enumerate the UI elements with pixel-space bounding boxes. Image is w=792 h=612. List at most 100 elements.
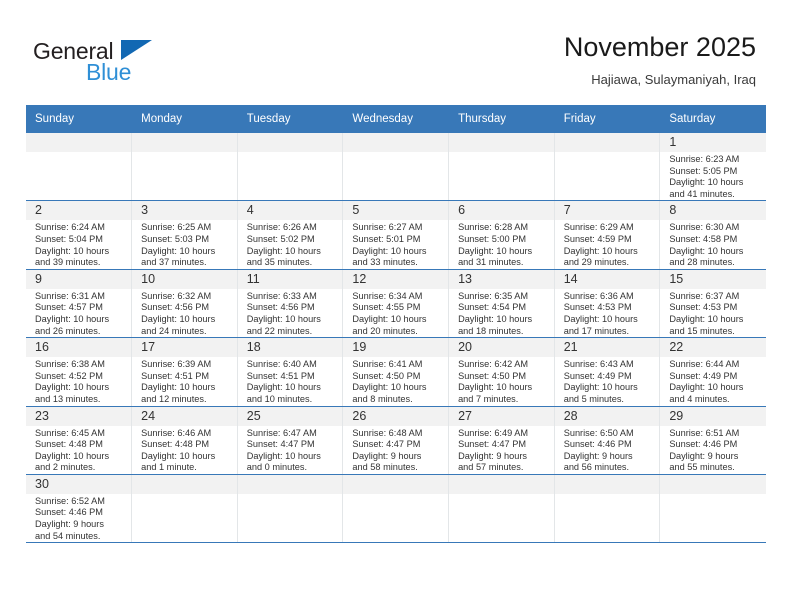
calendar-day-cell[interactable]: 1 Sunrise: 6:23 AM Sunset: 5:05 PM Daylight…	[659, 133, 766, 202]
day-number: 19	[343, 338, 449, 358]
sunrise-text: Sunrise: 6:42 AM	[458, 359, 529, 370]
calendar-day-cell[interactable]: 3 Sunrise: 6:25 AM Sunset: 5:03 PM Daylight…	[131, 200, 238, 270]
day-details: Sunrise: 6:32 AM Sunset: 4:56 PM Daylight:…	[132, 289, 237, 337]
day-details: Sunrise: 6:40 AM Sunset: 4:51 PM Daylight:…	[238, 357, 343, 405]
day-details: Sunrise: 6:30 AM Sunset: 4:58 PM Daylight:…	[660, 220, 765, 268]
daylight-text-line1: Daylight: 10 hours	[563, 313, 638, 324]
calendar-day-cell[interactable]: 8 Sunrise: 6:30 AM Sunset: 4:58 PM Daylight…	[659, 200, 766, 270]
calendar-week-row: 30 Sunrise: 6:52 AM Sunset: 4:46 PM Dayligh…	[26, 474, 766, 544]
calendar-day-cell[interactable]: 22 Sunrise: 6:44 AM Sunset: 4:49 PM Dayligh…	[659, 337, 766, 407]
sunrise-text: Sunrise: 6:48 AM	[352, 427, 423, 438]
sunrise-text: Sunrise: 6:31 AM	[35, 290, 105, 301]
day-number: 15	[660, 269, 766, 289]
calendar-day-cell[interactable]: 27 Sunrise: 6:49 AM Sunset: 4:47 PM Dayligh…	[448, 406, 555, 475]
sunset-text: Sunset: 4:46 PM	[669, 439, 738, 450]
sunset-text: Sunset: 4:57 PM	[35, 302, 103, 313]
calendar-day-cell[interactable]: 6 Sunrise: 6:28 AM Sunset: 5:00 PM Daylight…	[448, 200, 555, 270]
day-number: 8	[660, 201, 766, 221]
sunset-text: Sunset: 4:47 PM	[246, 439, 315, 450]
sunrise-text: Sunrise: 6:41 AM	[352, 359, 423, 370]
daylight-text-line2: and 7 minutes.	[458, 393, 519, 404]
day-details: Sunrise: 6:48 AM Sunset: 4:47 PM Daylight:…	[343, 426, 448, 474]
day-number-placeholder	[554, 133, 660, 152]
calendar-day-cell[interactable]: 16 Sunrise: 6:38 AM Sunset: 4:52 PM Dayligh…	[26, 337, 133, 407]
calendar-day-cell[interactable]: 18 Sunrise: 6:40 AM Sunset: 4:51 PM Dayligh…	[237, 337, 344, 407]
day-number-placeholder	[449, 133, 554, 152]
calendar-day-cell[interactable]: 29 Sunrise: 6:51 AM Sunset: 4:46 PM Dayligh…	[659, 406, 766, 475]
day-number: 13	[449, 269, 554, 289]
calendar-day-cell[interactable]: 30 Sunrise: 6:52 AM Sunset: 4:46 PM Dayligh…	[26, 474, 133, 544]
calendar-day-cell[interactable]: 5 Sunrise: 6:27 AM Sunset: 5:01 PM Daylight…	[342, 200, 450, 270]
calendar-day-cell[interactable]: 21 Sunrise: 6:43 AM Sunset: 4:49 PM Dayligh…	[554, 337, 661, 407]
calendar-week-row: 9 Sunrise: 6:31 AM Sunset: 4:57 PM Daylight…	[26, 269, 766, 339]
sunrise-text: Sunrise: 6:38 AM	[35, 359, 105, 370]
calendar-cell-empty	[131, 133, 238, 202]
calendar-cell-empty	[237, 474, 344, 544]
sunset-text: Sunset: 5:04 PM	[35, 233, 103, 244]
calendar-day-cell[interactable]: 9 Sunrise: 6:31 AM Sunset: 4:57 PM Daylight…	[26, 269, 133, 339]
day-number-placeholder	[343, 474, 449, 494]
calendar-day-cell[interactable]: 28 Sunrise: 6:50 AM Sunset: 4:46 PM Dayligh…	[554, 406, 661, 475]
day-details: Sunrise: 6:42 AM Sunset: 4:50 PM Daylight:…	[449, 357, 554, 405]
daylight-text-line2: and 24 minutes.	[141, 325, 207, 336]
daylight-text-line1: Daylight: 10 hours	[35, 245, 110, 256]
calendar-day-cell[interactable]: 24 Sunrise: 6:46 AM Sunset: 4:48 PM Dayligh…	[131, 406, 238, 475]
sunset-text: Sunset: 4:48 PM	[141, 439, 210, 450]
calendar-week-row: 2 Sunrise: 6:24 AM Sunset: 5:04 PM Daylight…	[26, 200, 766, 270]
calendar-day-cell[interactable]: 20 Sunrise: 6:42 AM Sunset: 4:50 PM Dayligh…	[448, 337, 555, 407]
day-details: Sunrise: 6:51 AM Sunset: 4:46 PM Daylight:…	[660, 426, 765, 474]
calendar-day-cell[interactable]: 4 Sunrise: 6:26 AM Sunset: 5:02 PM Daylight…	[237, 200, 344, 270]
day-number: 18	[237, 338, 343, 358]
calendar-cell-empty	[26, 133, 133, 202]
calendar-cell-empty	[448, 133, 555, 202]
daylight-text-line2: and 20 minutes.	[352, 325, 418, 336]
sunset-text: Sunset: 5:01 PM	[352, 233, 421, 244]
sunrise-text: Sunrise: 6:44 AM	[669, 359, 740, 370]
calendar-day-cell[interactable]: 15 Sunrise: 6:37 AM Sunset: 4:53 PM Dayligh…	[659, 269, 766, 339]
calendar-day-cell[interactable]: 11 Sunrise: 6:33 AM Sunset: 4:56 PM Dayligh…	[237, 269, 344, 339]
daylight-text-line1: Daylight: 10 hours	[458, 313, 533, 324]
day-number: 22	[660, 338, 766, 358]
sunset-text: Sunset: 4:50 PM	[458, 370, 526, 381]
page-title: November 2025	[563, 32, 756, 62]
day-details: Sunrise: 6:24 AM Sunset: 5:04 PM Daylight:…	[26, 220, 131, 268]
calendar-header-row: Sunday Monday Tuesday Wednesday Thursday Frid…	[26, 105, 766, 133]
day-details: Sunrise: 6:49 AM Sunset: 4:47 PM Daylight:…	[449, 426, 554, 474]
day-details: Sunrise: 6:33 AM Sunset: 4:56 PM Daylight:…	[238, 289, 343, 337]
daylight-text-line2: and 13 minutes.	[35, 393, 101, 404]
calendar-day-cell[interactable]: 14 Sunrise: 6:36 AM Sunset: 4:53 PM Dayligh…	[554, 269, 661, 339]
weekday-header-friday: Friday	[554, 105, 661, 133]
calendar-day-cell[interactable]: 25 Sunrise: 6:47 AM Sunset: 4:47 PM Dayligh…	[237, 406, 344, 475]
day-details: Sunrise: 6:29 AM Sunset: 4:59 PM Daylight:…	[555, 220, 660, 268]
calendar-day-cell[interactable]: 26 Sunrise: 6:48 AM Sunset: 4:47 PM Dayligh…	[342, 406, 450, 475]
calendar-day-cell[interactable]: 17 Sunrise: 6:39 AM Sunset: 4:51 PM Dayligh…	[131, 337, 238, 407]
day-number: 9	[26, 269, 132, 289]
calendar-day-cell[interactable]: 12 Sunrise: 6:34 AM Sunset: 4:55 PM Dayligh…	[342, 269, 450, 339]
daylight-text-line2: and 2 minutes.	[35, 462, 96, 473]
sunset-text: Sunset: 4:59 PM	[563, 233, 632, 244]
calendar-day-cell[interactable]: 13 Sunrise: 6:35 AM Sunset: 4:54 PM Dayligh…	[448, 269, 555, 339]
day-number-placeholder	[26, 133, 132, 152]
calendar-day-cell[interactable]: 10 Sunrise: 6:32 AM Sunset: 4:56 PM Dayligh…	[131, 269, 238, 339]
calendar-day-cell[interactable]: 7 Sunrise: 6:29 AM Sunset: 4:59 PM Daylight…	[554, 200, 661, 270]
brand-logo[interactable]: General Blue	[33, 38, 213, 90]
calendar-cell-empty	[448, 474, 555, 544]
day-details: Sunrise: 6:44 AM Sunset: 4:49 PM Daylight:…	[660, 357, 765, 405]
day-number-placeholder	[237, 133, 343, 152]
day-number: 30	[26, 474, 132, 494]
weekday-header-tuesday: Tuesday	[237, 105, 344, 133]
calendar-day-cell[interactable]: 2 Sunrise: 6:24 AM Sunset: 5:04 PM Daylight…	[26, 200, 133, 270]
calendar-day-cell[interactable]: 23 Sunrise: 6:45 AM Sunset: 4:48 PM Dayligh…	[26, 406, 133, 475]
daylight-text-line2: and 4 minutes.	[669, 393, 730, 404]
calendar-body: 1 Sunrise: 6:23 AM Sunset: 5:05 PM Daylight…	[26, 133, 766, 544]
daylight-text-line2: and 58 minutes.	[352, 462, 418, 473]
sunset-text: Sunset: 4:49 PM	[669, 370, 738, 381]
daylight-text-line1: Daylight: 10 hours	[352, 313, 427, 324]
day-number: 7	[554, 201, 660, 221]
calendar-day-cell[interactable]: 19 Sunrise: 6:41 AM Sunset: 4:50 PM Dayligh…	[342, 337, 450, 407]
daylight-text-line2: and 33 minutes.	[352, 257, 418, 268]
sunrise-text: Sunrise: 6:24 AM	[35, 222, 105, 233]
daylight-text-line1: Daylight: 10 hours	[35, 313, 110, 324]
sunrise-text: Sunrise: 6:34 AM	[352, 290, 423, 301]
day-details: Sunrise: 6:27 AM Sunset: 5:01 PM Daylight:…	[343, 220, 448, 268]
